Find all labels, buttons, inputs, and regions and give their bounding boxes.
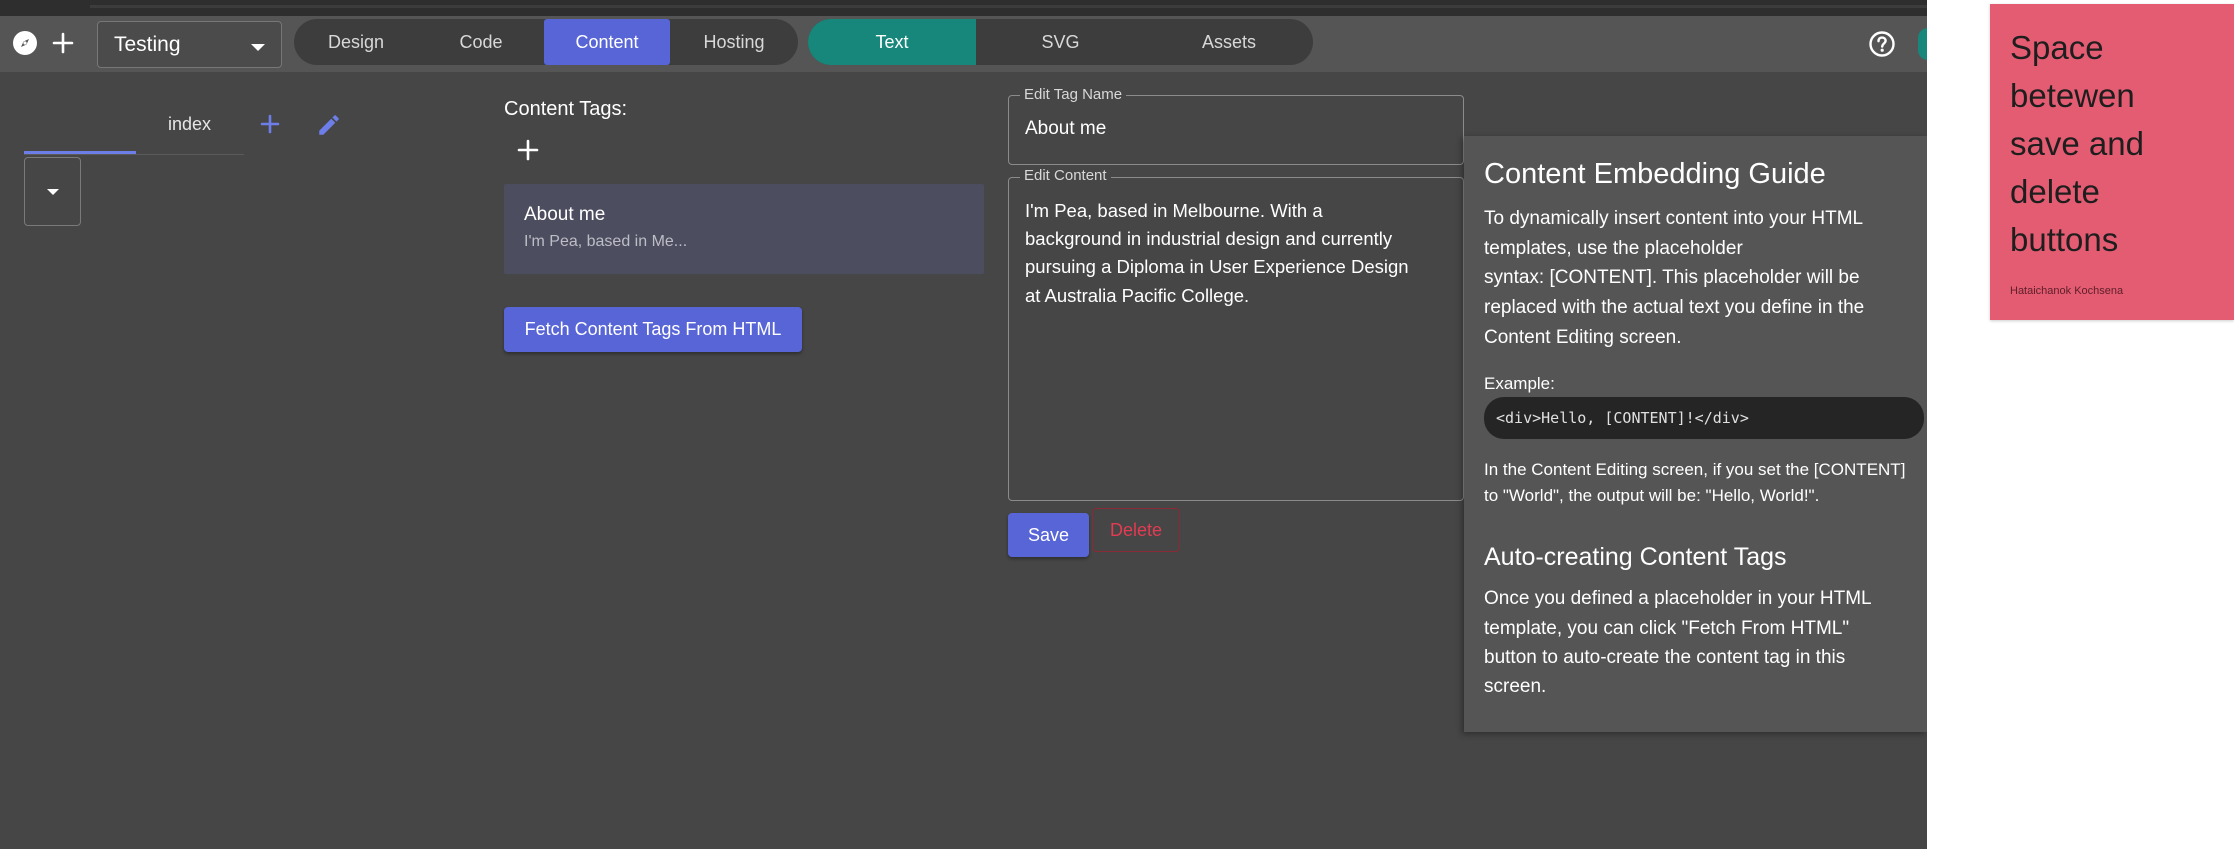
- content-embedding-guide: Content Embedding Guide To dynamically i…: [1464, 136, 1927, 732]
- tag-name-value: About me: [1025, 118, 1107, 139]
- content-line: at Australia Pacific College.: [1025, 285, 1250, 306]
- sticky-note-author: Hataichanok Kochsena: [2010, 285, 2124, 297]
- window-top-strip: [0, 0, 1927, 16]
- add-page-icon[interactable]: [256, 110, 284, 138]
- content-line: I'm Pea, based in Melbourne. With a: [1025, 200, 1323, 221]
- sticky-note-line: Space: [2010, 29, 2104, 66]
- tab-design[interactable]: Design: [294, 19, 418, 65]
- project-select[interactable]: Testing: [97, 21, 282, 68]
- guide-example-note: In the Content Editing screen, if you se…: [1484, 460, 1906, 479]
- content-label: Edit Content: [1020, 167, 1111, 184]
- tab-svg[interactable]: SVG: [976, 19, 1145, 65]
- fetch-content-tags-button[interactable]: Fetch Content Tags From HTML: [504, 307, 802, 352]
- content-tags-heading: Content Tags:: [504, 98, 628, 120]
- delete-button[interactable]: Delete: [1092, 508, 1180, 552]
- compass-icon[interactable]: [10, 28, 40, 58]
- add-project-icon[interactable]: [48, 28, 78, 58]
- main-tab-bar: Design Code Content Hosting: [294, 19, 798, 65]
- tab-text[interactable]: Text: [808, 19, 976, 65]
- guide-intro-line: To dynamically insert content into your …: [1484, 208, 1864, 229]
- project-select-value: Testing: [114, 33, 181, 56]
- add-tag-icon[interactable]: [514, 136, 542, 164]
- tab-code[interactable]: Code: [418, 19, 544, 65]
- guide-intro-line: Content Editing screen.: [1484, 327, 1682, 348]
- guide-example-note: to "World", the output will be: "Hello, …: [1484, 486, 1820, 505]
- guide-auto-line: Once you defined a placeholder in your H…: [1484, 588, 1872, 609]
- guide-auto-line: template, you can click "Fetch From HTML…: [1484, 618, 1850, 639]
- content-tab-bar: Text SVG Assets: [808, 19, 1313, 65]
- page-tab-index[interactable]: index: [168, 114, 211, 135]
- content-textarea[interactable]: [1008, 177, 1464, 501]
- guide-auto-line: screen.: [1484, 676, 1547, 697]
- app-window: Testing Design Code Content Hosting Text…: [0, 0, 1927, 849]
- tab-content[interactable]: Content: [544, 19, 670, 65]
- guide-example-label: Example:: [1484, 374, 1555, 393]
- guide-title: Content Embedding Guide: [1484, 158, 1826, 190]
- guide-subtitle: Auto-creating Content Tags: [1484, 543, 1787, 571]
- content-tag-card[interactable]: About me I'm Pea, based in Me...: [504, 184, 984, 274]
- sticky-note-text: Space betewen save and delete buttons: [2010, 24, 2230, 264]
- chevron-down-icon: [47, 189, 59, 195]
- guide-intro-line: replaced with the actual text you define…: [1484, 297, 1865, 318]
- content-line: background in industrial design and curr…: [1025, 228, 1393, 249]
- sticky-note: Space betewen save and delete buttons Ha…: [1990, 4, 2234, 320]
- guide-intro-line: templates, use the placeholder: [1484, 238, 1743, 259]
- tab-hosting[interactable]: Hosting: [670, 19, 798, 65]
- guide-intro-line: syntax: [CONTENT]. This placeholder will…: [1484, 267, 1860, 288]
- sticky-note-line: buttons: [2010, 221, 2119, 258]
- tab-assets[interactable]: Assets: [1145, 19, 1313, 65]
- sticky-note-line: betewen: [2010, 77, 2135, 114]
- chevron-down-icon: [251, 44, 265, 51]
- help-icon[interactable]: [1866, 28, 1898, 60]
- content-tag-preview: I'm Pea, based in Me...: [524, 233, 688, 250]
- content-tag-title: About me: [524, 204, 606, 225]
- tab-divider: [24, 154, 244, 155]
- guide-auto-line: button to auto-create the content tag in…: [1484, 647, 1846, 668]
- guide-example-code: <div>Hello, [CONTENT]!</div>: [1484, 397, 1924, 439]
- save-button[interactable]: Save: [1008, 513, 1089, 557]
- edit-page-icon[interactable]: [314, 110, 344, 140]
- sticky-note-line: save and: [2010, 125, 2144, 162]
- tag-name-label: Edit Tag Name: [1020, 86, 1127, 103]
- profile-indicator[interactable]: [1918, 28, 1927, 60]
- page-dropdown[interactable]: [24, 157, 81, 226]
- sticky-note-line: delete: [2010, 173, 2100, 210]
- content-line: pursuing a Diploma in User Experience De…: [1025, 256, 1409, 277]
